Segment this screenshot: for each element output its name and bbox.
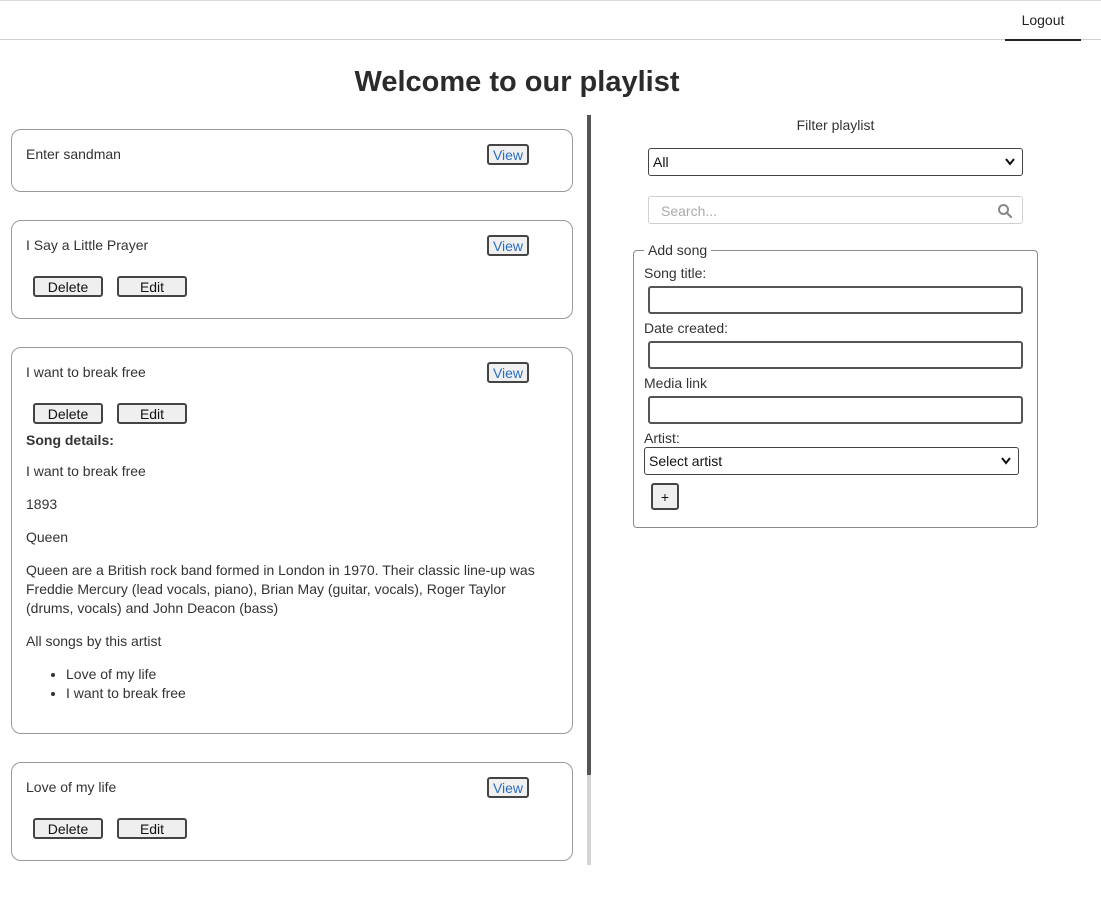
list-item: Love of my life: [66, 665, 556, 684]
view-button[interactable]: View: [487, 777, 529, 798]
media-link-label: Media link: [644, 375, 708, 391]
song-card: Love of my life View Delete Edit: [11, 762, 573, 861]
song-title-input[interactable]: [648, 286, 1023, 314]
song-title-label: Song title:: [644, 265, 707, 281]
filter-select[interactable]: All: [648, 148, 1023, 176]
view-button[interactable]: View: [487, 235, 529, 256]
chevron-down-icon: [1000, 448, 1012, 484]
song-details: Song details: I want to break free 1893 …: [26, 432, 556, 703]
scrollbar-thumb[interactable]: [587, 115, 591, 775]
date-created-label: Date created:: [644, 320, 729, 336]
artist-select[interactable]: Select artist: [644, 447, 1019, 475]
artist-label: Artist:: [644, 430, 680, 446]
delete-button[interactable]: Delete: [33, 818, 103, 839]
delete-button[interactable]: Delete: [33, 403, 103, 424]
top-nav-bar: Logout: [0, 0, 1101, 41]
song-title: Enter sandman: [26, 146, 121, 162]
song-card: I Say a Little Prayer View Delete Edit: [11, 220, 573, 319]
filter-label: Filter playlist: [796, 117, 875, 133]
edit-button[interactable]: Edit: [117, 403, 187, 424]
song-title: Love of my life: [26, 779, 117, 795]
song-title: I Say a Little Prayer: [26, 237, 149, 253]
edit-button[interactable]: Edit: [117, 276, 187, 297]
delete-button[interactable]: Delete: [33, 276, 103, 297]
logout-link[interactable]: Logout: [1005, 1, 1081, 41]
edit-button[interactable]: Edit: [117, 818, 187, 839]
add-song-button[interactable]: +: [651, 483, 679, 510]
date-created-input[interactable]: [648, 341, 1023, 369]
search-box: [648, 196, 1023, 224]
song-title: I want to break free: [26, 364, 146, 380]
detail-date: 1893: [26, 496, 58, 512]
song-details-heading: Song details:: [26, 432, 114, 448]
page-title: Welcome to our playlist: [354, 66, 680, 98]
song-card: Enter sandman View: [11, 129, 573, 192]
filter-selected-value: All: [653, 154, 669, 170]
detail-song-title: I want to break free: [26, 463, 146, 479]
add-song-legend: Add song: [648, 242, 708, 258]
search-input[interactable]: [659, 201, 983, 221]
list-item: I want to break free: [66, 684, 556, 703]
detail-artist-bio: Queen are a British rock band formed in …: [26, 562, 535, 616]
chevron-down-icon: [1004, 149, 1016, 185]
artist-songs-list: Love of my life I want to break free: [26, 665, 556, 703]
artist-selected-value: Select artist: [649, 453, 723, 469]
media-link-input[interactable]: [648, 396, 1023, 424]
song-card-expanded: I want to break free View Delete Edit So…: [11, 347, 573, 734]
search-icon[interactable]: [997, 203, 1013, 219]
view-button[interactable]: View: [487, 144, 529, 165]
view-button[interactable]: View: [487, 362, 529, 383]
all-songs-label: All songs by this artist: [26, 633, 162, 649]
list-scrollbar[interactable]: [587, 115, 591, 865]
detail-artist: Queen: [26, 529, 69, 545]
